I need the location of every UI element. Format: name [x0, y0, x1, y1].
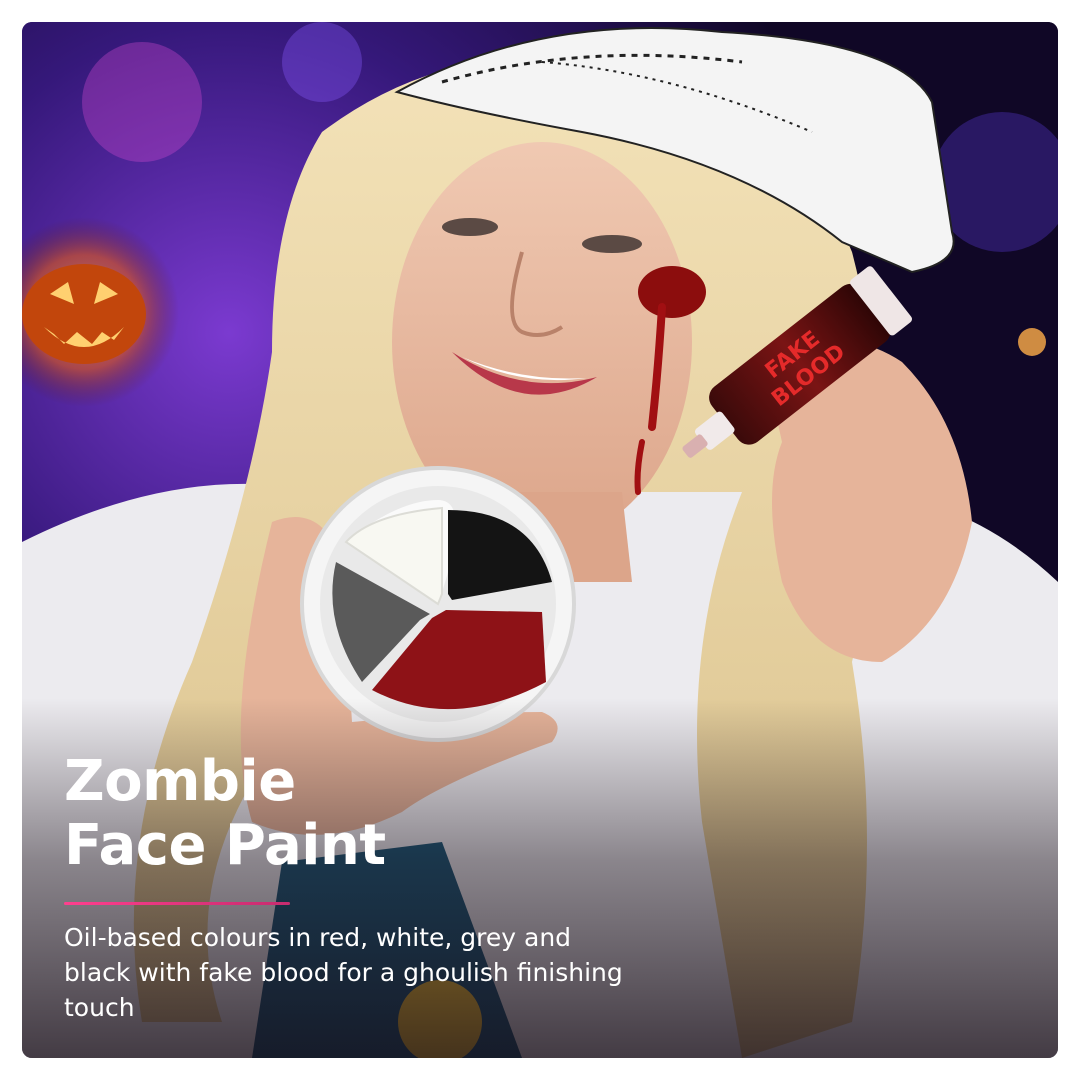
bokeh-light — [82, 42, 202, 162]
bokeh-light — [1018, 328, 1046, 356]
headline: Zombie Face Paint — [64, 750, 386, 878]
bokeh-light — [282, 22, 362, 102]
accent-divider — [64, 902, 290, 905]
left-eye — [442, 218, 498, 236]
product-image-card: FAKE BLOOD Zombie Face Paint Oil-based c… — [22, 22, 1058, 1058]
headline-line-2: Face Paint — [64, 813, 386, 878]
headline-line-1: Zombie — [64, 749, 296, 814]
right-eye — [582, 235, 642, 253]
description-text: Oil-based colours in red, white, grey an… — [64, 923, 623, 1022]
